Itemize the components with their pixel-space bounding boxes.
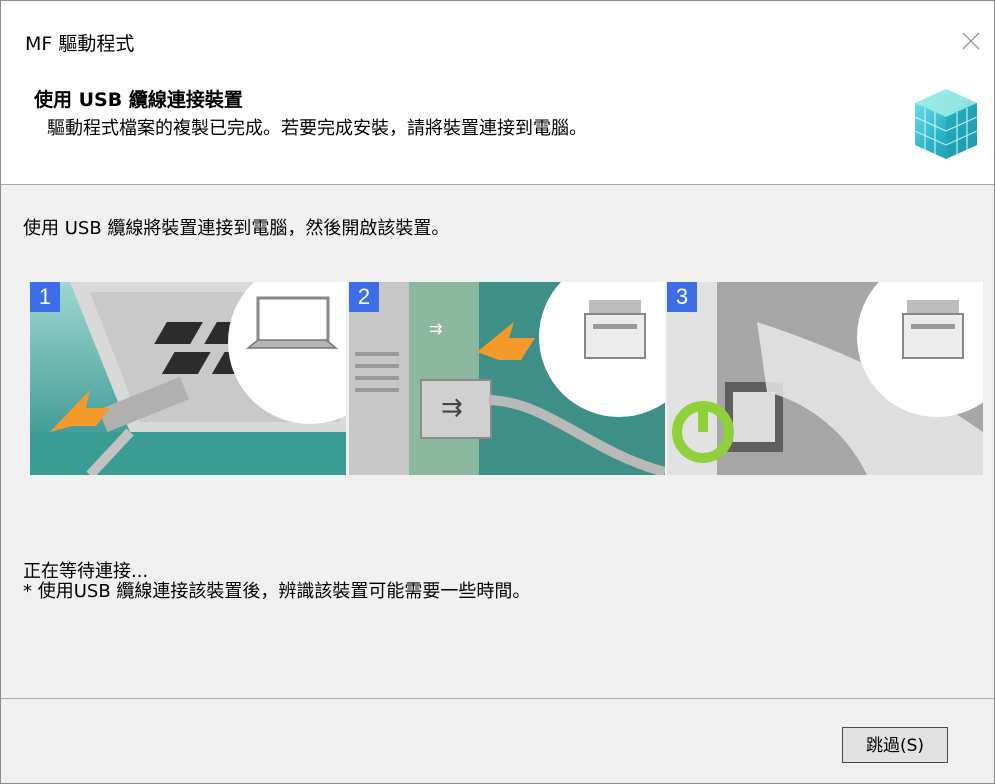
installer-window: MF 驅動程式 使用 USB 纜線連接裝置 驅動程式檔案的複製已完成。若要完成安… [0, 0, 995, 784]
step-1-badge: 1 [30, 282, 60, 312]
window-title: MF 驅動程式 [25, 33, 135, 55]
note-text: * 使用USB 纜線連接該裝置後，辨識該裝置可能需要一些時間。 [23, 581, 531, 602]
header-title: 使用 USB 纜線連接裝置 [34, 89, 243, 111]
cube-logo-icon [914, 89, 978, 159]
step-2-badge: 2 [349, 282, 379, 312]
instruction-text: 使用 USB 纜線將裝置連接到電腦，然後開啟該裝置。 [23, 218, 450, 239]
close-icon[interactable] [953, 23, 989, 59]
header-banner: 使用 USB 纜線連接裝置 驅動程式檔案的複製已完成。若要完成安裝，請將裝置連接… [1, 63, 994, 185]
step-3-badge: 3 [667, 282, 697, 312]
printer-icon-2 [902, 300, 964, 359]
step-1-panel: 1 [30, 282, 346, 475]
svg-text:⇉: ⇉ [441, 393, 463, 423]
header-subtitle: 驅動程式檔案的複製已完成。若要完成安裝，請將裝置連接到電腦。 [47, 118, 587, 139]
title-bar: MF 驅動程式 [1, 1, 994, 63]
printer-icon [584, 300, 646, 359]
step-3-panel: 3 [667, 282, 983, 475]
printer-usb-port-illustration: ⇉ ⇉ [349, 282, 665, 475]
step-2-panel: ⇉ ⇉ 2 [349, 282, 665, 475]
svg-text:⇉: ⇉ [429, 319, 442, 338]
printer-power-on-illustration [667, 282, 983, 475]
skip-button[interactable]: 跳過(S) [842, 727, 948, 763]
laptop-icon [245, 296, 339, 349]
footer-divider [1, 698, 994, 699]
laptop-usb-illustration [30, 282, 346, 475]
